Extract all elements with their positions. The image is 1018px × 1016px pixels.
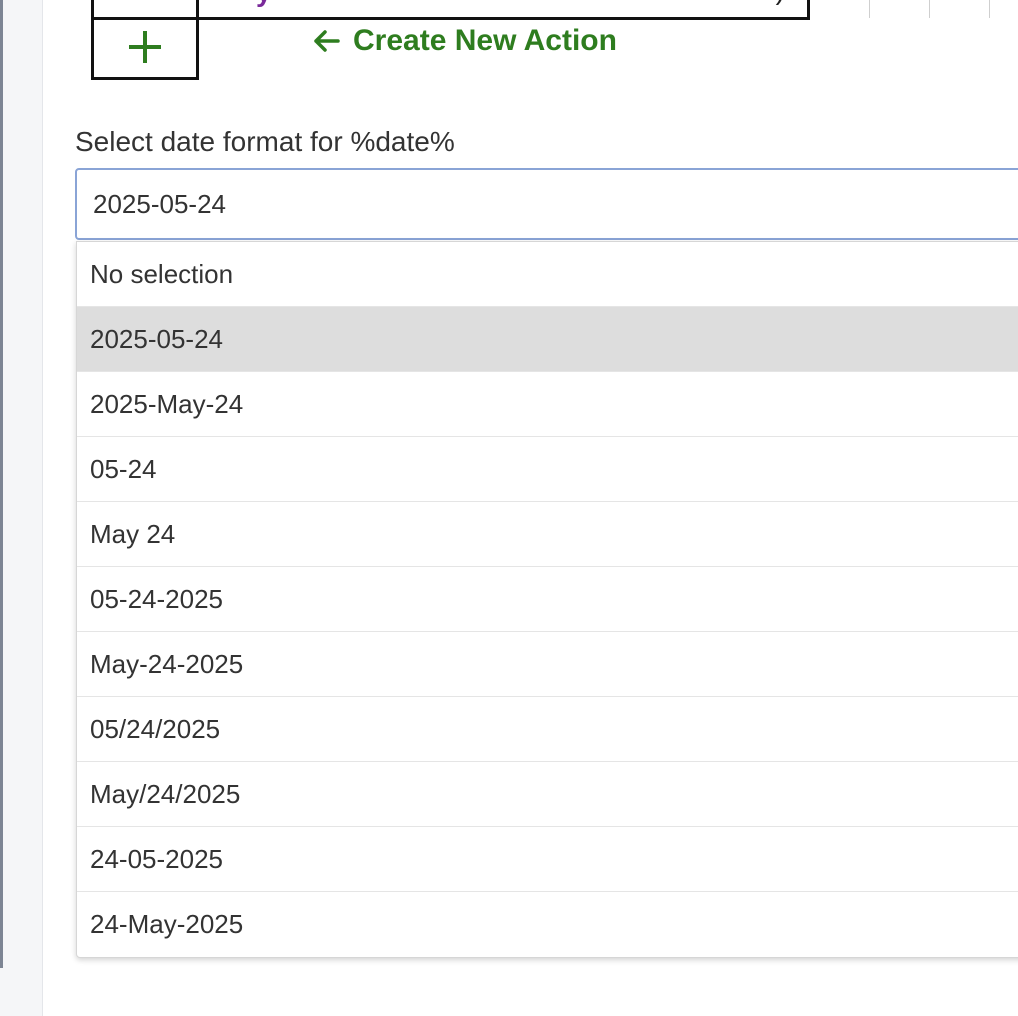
- table-row-cell: [810, 0, 870, 18]
- plus-icon: [129, 31, 161, 63]
- dropdown-option[interactable]: 24-05-2025: [77, 827, 1018, 892]
- dropdown-option[interactable]: 24-May-2025: [77, 892, 1018, 957]
- date-format-dropdown: No selection 2025-05-24 2025-May-24 05-2…: [76, 241, 1018, 958]
- create-new-action-label: Create New Action: [353, 24, 617, 57]
- dropdown-option[interactable]: May 24: [77, 502, 1018, 567]
- dropdown-option[interactable]: 05-24: [77, 437, 1018, 502]
- table-row-cell: [870, 0, 930, 18]
- date-format-selected-value: 2025-05-24: [93, 188, 226, 219]
- cropped-action-text: ): [776, 0, 785, 6]
- actions-table: y ) Create New Action: [91, 0, 1018, 80]
- dropdown-option[interactable]: 05/24/2025: [77, 697, 1018, 762]
- table-row-cell: y ): [196, 0, 810, 20]
- dropdown-option[interactable]: May-24-2025: [77, 632, 1018, 697]
- dropdown-option[interactable]: May/24/2025: [77, 762, 1018, 827]
- create-new-action-link[interactable]: Create New Action: [311, 24, 617, 58]
- dropdown-option[interactable]: 05-24-2025: [77, 567, 1018, 632]
- left-gutter: [0, 0, 43, 1016]
- arrow-left-icon: [314, 30, 340, 52]
- date-format-label: Select date format for %date%: [75, 126, 455, 157]
- add-action-button[interactable]: [91, 17, 199, 80]
- window-edge: [0, 0, 3, 968]
- cropped-action-text: y: [256, 0, 272, 8]
- dropdown-option[interactable]: 2025-May-24: [77, 372, 1018, 437]
- date-format-select[interactable]: 2025-05-24: [75, 168, 1018, 240]
- dropdown-option[interactable]: No selection: [77, 242, 1018, 307]
- table-row-cell: [930, 0, 990, 18]
- dropdown-option[interactable]: 2025-05-24: [77, 307, 1018, 372]
